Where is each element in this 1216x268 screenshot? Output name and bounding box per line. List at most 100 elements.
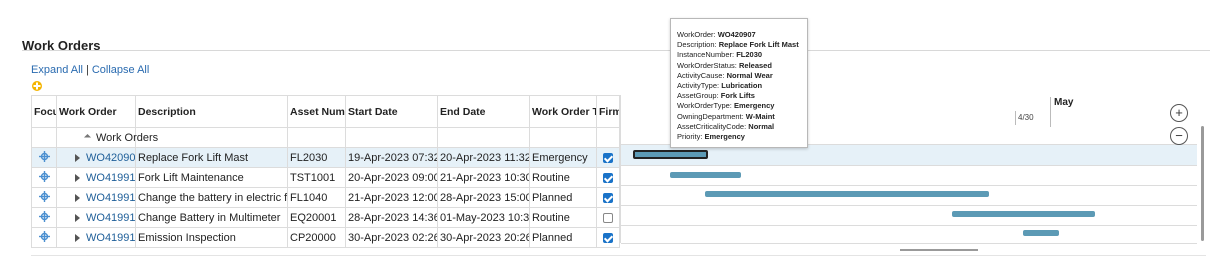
tooltip-value: WO420907 (717, 30, 756, 39)
work-order-tooltip: WorkOrder: WO420907 Description: Replace … (670, 18, 808, 148)
tooltip-value: Emergency (733, 101, 775, 111)
expand-triangle-icon[interactable] (75, 193, 80, 202)
asset-number-cell: EQ20001 (287, 207, 346, 228)
start-date-cell: 20-Apr-2023 09:00:00 (345, 167, 438, 188)
gantt-bar-wo419913[interactable] (670, 172, 741, 178)
work-order-type-cell: Planned (529, 227, 597, 248)
gantt-bar-wo420907[interactable] (633, 150, 708, 159)
tooltip-value: Emergency (704, 132, 745, 142)
col-header-focus[interactable]: Focus (31, 95, 57, 128)
work-orders-table: Focus Work Order Description Asset Numbe… (31, 95, 620, 248)
focus-cell[interactable] (31, 187, 57, 208)
work-order-link[interactable]: WO419914 (86, 192, 135, 204)
group-row: Work Orders (31, 127, 620, 148)
tooltip-line: ActivityType: Lubrication (677, 81, 801, 91)
gantt-bar-wo419915[interactable] (952, 211, 1095, 217)
tooltip-label: ActivityCause: (677, 70, 725, 80)
col-header-work-order[interactable]: Work Order (56, 95, 136, 128)
tooltip-value: Normal (748, 121, 775, 131)
expand-triangle-icon[interactable] (75, 213, 80, 222)
start-date-cell: 28-Apr-2023 14:36:18 (345, 207, 438, 228)
tooltip-line: Priority: Emergency (677, 132, 801, 142)
tooltip-line: Description: Replace Fork Lift Mast (677, 40, 801, 50)
expand-triangle-icon[interactable] (75, 153, 80, 162)
focus-cell[interactable] (31, 227, 57, 248)
title-divider (22, 50, 1210, 51)
tooltip-line: ActivityCause: Normal Wear (677, 71, 801, 81)
description-cell: Change the battery in electric fork lift… (135, 187, 288, 208)
col-header-start-date[interactable]: Start Date (345, 95, 438, 128)
tooltip-label: Priority: (677, 132, 703, 142)
table-row[interactable]: WO420907Replace Fork Lift MastFL203019-A… (31, 147, 620, 168)
gantt-bar-wo419917[interactable] (1023, 230, 1059, 236)
zoom-out-button[interactable]: − (1170, 127, 1188, 145)
tooltip-label: OwningDepartment: (677, 111, 744, 121)
description-cell: Emission Inspection (135, 227, 288, 248)
col-header-firm[interactable]: Firm (596, 95, 620, 128)
collapse-triangle-icon[interactable] (83, 134, 92, 142)
work-order-link[interactable]: WO419913 (86, 172, 135, 184)
tooltip-line: OwningDepartment: W-Maint (677, 112, 801, 122)
focus-crosshair-icon[interactable] (38, 230, 50, 242)
start-date-cell: 19-Apr-2023 07:32:00 (345, 147, 438, 168)
end-date-cell: 01-May-2023 10:36:18 (437, 207, 530, 228)
col-header-end-date[interactable]: End Date (437, 95, 530, 128)
work-order-link[interactable]: WO420907 (86, 152, 135, 164)
gantt-bar-wo419914[interactable] (705, 191, 989, 197)
end-date-cell: 30-Apr-2023 20:26:00 (437, 227, 530, 248)
firm-checkbox[interactable] (603, 232, 613, 243)
tooltip-label: ActivityType: (677, 81, 720, 91)
work-order-type-cell: Emergency (529, 147, 597, 168)
tooltip-value: FL2030 (736, 50, 763, 60)
tooltip-line: InstanceNumber: FL2030 (677, 50, 801, 60)
zoom-in-button[interactable]: + (1170, 104, 1188, 122)
gantt-month-label: May (1054, 97, 1074, 108)
expand-triangle-icon[interactable] (75, 173, 80, 182)
focus-crosshair-icon[interactable] (38, 210, 50, 222)
start-date-cell: 21-Apr-2023 12:00:00 (345, 187, 438, 208)
focus-crosshair-icon[interactable] (38, 170, 50, 182)
focus-cell[interactable] (31, 167, 57, 188)
tooltip-value: Fork Lifts (720, 91, 755, 101)
tooltip-label: AssetGroup: (677, 91, 719, 101)
firm-checkbox[interactable] (603, 212, 613, 223)
tooltip-label: WorkOrderType: (677, 101, 732, 111)
table-row[interactable]: WO419915Change Battery in MultimeterEQ20… (31, 207, 620, 228)
col-header-description[interactable]: Description (135, 95, 288, 128)
expand-triangle-icon[interactable] (75, 233, 80, 242)
col-header-work-order-type[interactable]: Work Order Type (529, 95, 597, 128)
tooltip-label: WorkOrderStatus: (677, 60, 737, 70)
tooltip-line: WorkOrderType: Emergency (677, 101, 801, 111)
focus-cell[interactable] (31, 147, 57, 168)
month-tick (1050, 97, 1051, 127)
links-separator: | (85, 64, 89, 76)
work-order-link[interactable]: WO419917 (86, 232, 135, 244)
tooltip-line: AssetCriticalityCode: Normal (677, 122, 801, 132)
expand-all-link[interactable]: Expand All (31, 64, 83, 76)
focus-cell[interactable] (31, 207, 57, 228)
work-order-link[interactable]: WO419915 (86, 212, 135, 224)
bottom-divider (31, 255, 1206, 256)
description-cell: Replace Fork Lift Mast (135, 147, 288, 168)
focus-crosshair-icon[interactable] (38, 190, 50, 202)
table-row[interactable]: WO419914Change the battery in electric f… (31, 187, 620, 208)
firm-checkbox[interactable] (603, 152, 613, 163)
vertical-scrollbar[interactable] (1201, 126, 1204, 241)
collapse-all-link[interactable]: Collapse All (92, 64, 149, 76)
tooltip-line: WorkOrder: WO420907 (677, 30, 801, 40)
firm-checkbox[interactable] (603, 172, 613, 183)
focus-crosshair-icon[interactable] (38, 150, 50, 162)
firm-checkbox[interactable] (603, 192, 613, 203)
add-icon[interactable] (31, 80, 43, 92)
table-row[interactable]: WO419917Emission InspectionCP2000030-Apr… (31, 227, 620, 248)
tooltip-line: WorkOrderStatus: Released (677, 61, 801, 71)
horizontal-scrollbar[interactable] (900, 249, 978, 251)
asset-number-cell: FL1040 (287, 187, 346, 208)
description-cell: Fork Lift Maintenance (135, 167, 288, 188)
tooltip-line: AssetGroup: Fork Lifts (677, 91, 801, 101)
end-date-cell: 28-Apr-2023 15:00:00 (437, 187, 530, 208)
tooltip-value: Normal Wear (726, 70, 773, 80)
col-header-asset-number[interactable]: Asset Number (287, 95, 346, 128)
table-row[interactable]: WO419913Fork Lift MaintenanceTST100120-A… (31, 167, 620, 188)
day-tick (1015, 111, 1016, 125)
